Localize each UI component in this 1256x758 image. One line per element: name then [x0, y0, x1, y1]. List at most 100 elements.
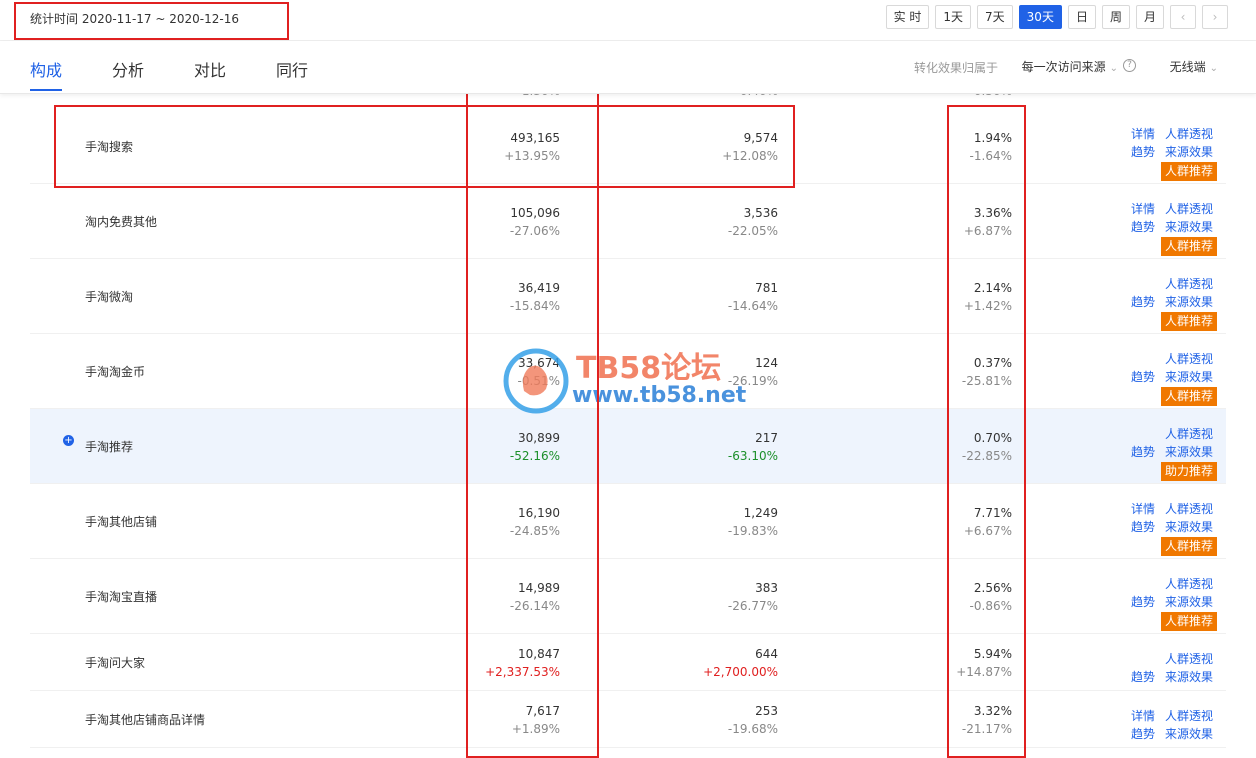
range-7day-button[interactable]: 7天: [977, 5, 1013, 29]
range-month-button[interactable]: 月: [1135, 5, 1164, 29]
details-link[interactable]: 详情: [1131, 707, 1155, 725]
audience-insight-link[interactable]: 人群透视: [1165, 425, 1213, 443]
recommend-button[interactable]: 人群推荐: [1160, 312, 1217, 331]
recommend-button[interactable]: 人群推荐: [1160, 537, 1217, 556]
watermark: TB58论坛 www.tb58.net: [500, 345, 760, 415]
metric-change: -19.83%: [727, 524, 778, 538]
metric-value: 3,536: [743, 206, 778, 220]
source-effect-link[interactable]: 来源效果: [1165, 725, 1213, 743]
details-link[interactable]: 详情: [1131, 500, 1155, 518]
source-effect-link[interactable]: 来源效果: [1165, 218, 1213, 236]
metric-cell: 644 +2,700.00%: [703, 645, 778, 681]
metric-change: -26.14%: [509, 599, 560, 613]
metric-change: +2,337.53%: [485, 665, 560, 679]
trend-link[interactable]: 趋势: [1131, 668, 1155, 686]
metric-cell: 3,536 -22.05%: [728, 204, 778, 240]
metric-cell: 16,190 -24.85%: [510, 504, 560, 540]
metric-change: -15.84%: [509, 299, 560, 313]
trend-link[interactable]: 趋势: [1131, 725, 1155, 743]
metric-change: -19.68%: [727, 722, 778, 736]
recommend-button[interactable]: 人群推荐: [1160, 387, 1217, 406]
audience-insight-link[interactable]: 人群透视: [1165, 650, 1213, 668]
table-row: 手淘问大家 10,847 +2,337.53% 644 +2,700.00% 5.94% +…: [30, 634, 1226, 691]
audience-insight-link[interactable]: 人群透视: [1165, 125, 1213, 143]
metric-change: +6.87%: [963, 224, 1012, 238]
trend-link[interactable]: 趋势: [1131, 593, 1155, 611]
source-name: 手淘其他店铺: [85, 515, 158, 529]
recommend-button[interactable]: 助力推荐: [1160, 462, 1217, 481]
terminal-value: 无线端: [1169, 60, 1206, 74]
metric-value: 14,989: [518, 581, 560, 595]
range-1day-button[interactable]: 1天: [935, 5, 972, 29]
attribution-select[interactable]: 每一次访问来源 ⌄: [1022, 58, 1118, 75]
metric-cell: 5.94% +14.87%: [956, 645, 1012, 681]
metric-cell: 383 -26.77%: [728, 579, 778, 615]
tab-compare[interactable]: 对比: [194, 57, 226, 81]
table-row: 手淘搜索 493,165 +13.95% 9,574 +12.08% 1.94% -1.64…: [30, 109, 1226, 184]
trend-link[interactable]: 趋势: [1131, 218, 1155, 236]
metric-value: 7.71%: [973, 506, 1012, 520]
source-effect-link[interactable]: 来源效果: [1165, 443, 1213, 461]
metric-cell: 0.37% -25.81%: [962, 354, 1012, 390]
metric-value: 16,190: [518, 506, 560, 520]
metric-cell: 1,249 -19.83%: [728, 504, 778, 540]
metric-cell: 253 -19.68%: [728, 702, 778, 738]
audience-insight-link[interactable]: 人群透视: [1165, 350, 1213, 368]
help-icon[interactable]: ?: [1123, 59, 1136, 72]
watermark-title: TB58论坛: [576, 351, 722, 386]
audience-insight-link[interactable]: 人群透视: [1165, 707, 1213, 725]
trend-link[interactable]: 趋势: [1131, 443, 1155, 461]
expand-plus-icon[interactable]: +: [63, 435, 74, 446]
metric-value: 9,574: [743, 131, 778, 145]
tab-composition[interactable]: 构成: [30, 57, 62, 81]
metric-value: 2.56%: [973, 581, 1012, 595]
stat-time: 统计时间 2020-11-17 ~ 2020-12-16: [30, 12, 239, 26]
trend-link[interactable]: 趋势: [1131, 368, 1155, 386]
metric-value: 5.94%: [973, 647, 1012, 661]
audience-insight-link[interactable]: 人群透视: [1165, 500, 1213, 518]
watermark-logo-icon: [503, 348, 569, 414]
recommend-button[interactable]: 人群推荐: [1160, 237, 1217, 256]
recommend-button[interactable]: 人群推荐: [1160, 612, 1217, 631]
audience-insight-link[interactable]: 人群透视: [1165, 575, 1213, 593]
range-realtime-button[interactable]: 实 时: [885, 5, 930, 29]
audience-insight-link[interactable]: 人群透视: [1165, 200, 1213, 218]
prev-arrow-icon[interactable]: ‹: [1170, 5, 1196, 29]
range-30day-button[interactable]: 30天: [1018, 5, 1062, 29]
details-link[interactable]: 详情: [1131, 125, 1155, 143]
source-effect-link[interactable]: 来源效果: [1165, 368, 1213, 386]
trend-link[interactable]: 趋势: [1131, 293, 1155, 311]
tab-peers[interactable]: 同行: [276, 57, 308, 81]
metric-value: 0.37%: [973, 356, 1012, 370]
table-row: 手淘淘宝直播 14,989 -26.14% 383 -26.77% 2.56% -0.86%…: [30, 559, 1226, 634]
source-effect-link[interactable]: 来源效果: [1165, 518, 1213, 536]
trend-link[interactable]: 趋势: [1131, 143, 1155, 161]
details-link[interactable]: 详情: [1131, 200, 1155, 218]
range-week-button[interactable]: 周: [1101, 5, 1130, 29]
metric-cell: 2.56% -0.86%: [970, 579, 1012, 615]
source-effect-link[interactable]: 来源效果: [1165, 293, 1213, 311]
terminal-select[interactable]: 无线端 ⌄: [1170, 58, 1218, 75]
metric-cell: 1.94% -1.64%: [970, 129, 1012, 165]
metric-change: -22.05%: [727, 224, 778, 238]
metric-cell: 493,165 +13.95%: [504, 129, 560, 165]
recommend-button[interactable]: 人群推荐: [1160, 162, 1217, 181]
metric-change: +12.08%: [722, 149, 778, 163]
date-range-buttons: 实 时 1天 7天 30天 日 周 月 ‹ ›: [880, 5, 1228, 29]
source-name: 手淘淘宝直播: [85, 590, 158, 604]
range-day-button[interactable]: 日: [1067, 5, 1096, 29]
tab-analysis[interactable]: 分析: [112, 57, 144, 81]
metric-change: -25.81%: [961, 374, 1012, 388]
source-effect-link[interactable]: 来源效果: [1165, 668, 1213, 686]
metric-value: 493,165: [510, 131, 560, 145]
source-effect-link[interactable]: 来源效果: [1165, 143, 1213, 161]
next-arrow-icon[interactable]: ›: [1202, 5, 1228, 29]
source-name: 手淘微淘: [85, 290, 134, 304]
metric-value: 0.70%: [973, 431, 1012, 445]
trend-link[interactable]: 趋势: [1131, 518, 1155, 536]
top-bar: 统计时间 2020-11-17 ~ 2020-12-16 实 时 1天 7天 3…: [0, 0, 1256, 41]
metric-change: +2,700.00%: [703, 665, 778, 679]
audience-insight-link[interactable]: 人群透视: [1165, 275, 1213, 293]
source-effect-link[interactable]: 来源效果: [1165, 593, 1213, 611]
metric-cell: 3.36% +6.87%: [964, 204, 1012, 240]
